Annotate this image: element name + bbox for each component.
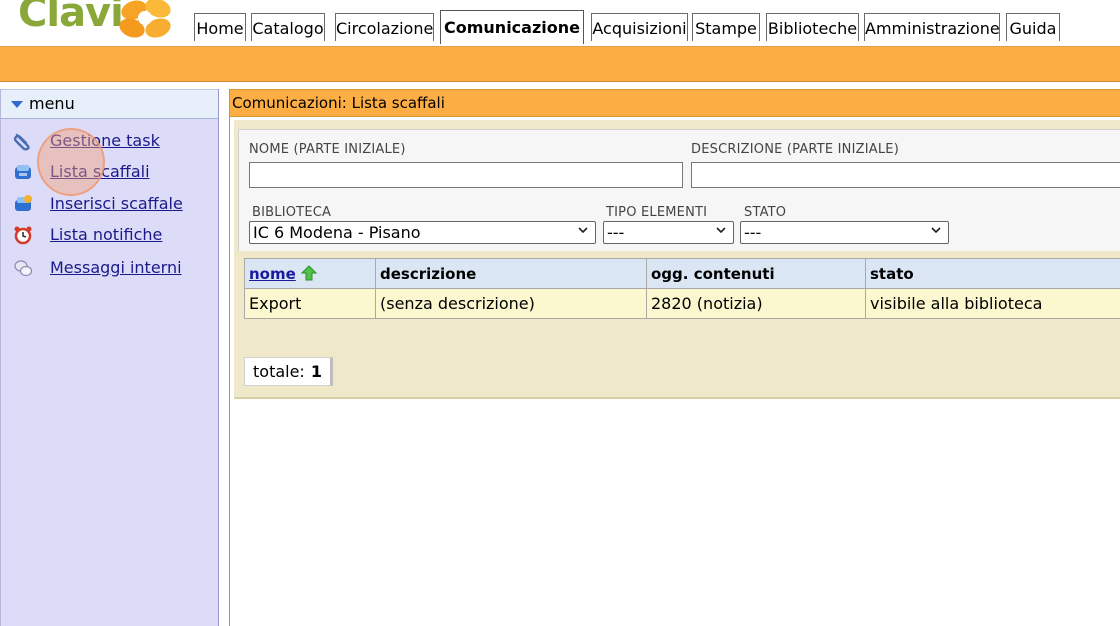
sort-link-nome[interactable]: nome xyxy=(249,265,296,283)
search-panel: NOME (PARTE INIZIALE) DESCRIZIONE (PARTE… xyxy=(234,120,1120,399)
tab-acquisizioni[interactable]: Acquisizioni xyxy=(591,13,688,41)
header-accent-bar xyxy=(0,46,1120,82)
sidebar-item-label[interactable]: Messaggi interni xyxy=(50,256,182,280)
shelves-table: nome descrizione ogg. contenuti stato Ex… xyxy=(244,258,1120,319)
column-header-ogg-contenuti: ogg. contenuti xyxy=(646,258,866,289)
chevron-down-icon xyxy=(716,227,726,234)
column-header-nome[interactable]: nome xyxy=(244,258,376,289)
sidebar-menu-title: menu xyxy=(29,94,75,113)
total-count: totale: 1 xyxy=(244,357,333,386)
chevron-down-icon xyxy=(931,227,941,234)
tab-home[interactable]: Home xyxy=(194,13,246,41)
tab-guida[interactable]: Guida xyxy=(1006,13,1060,41)
element-type-select-value: --- xyxy=(607,223,625,242)
cell-nome[interactable]: Export xyxy=(244,288,376,319)
column-header-descrizione: descrizione xyxy=(375,258,647,289)
table-row[interactable]: Export (senza descrizione) 2820 (notizia… xyxy=(244,288,1120,319)
triangle-down-icon xyxy=(11,101,23,108)
messages-icon xyxy=(14,260,33,277)
total-label: totale: xyxy=(253,362,305,381)
top-header: Clavis Home Catalogo Circolazione Comuni… xyxy=(0,0,1120,46)
add-shelf-icon xyxy=(15,195,32,211)
library-select-value: IC 6 Modena - Pisano xyxy=(253,223,421,242)
page-title: Comunicazioni: Lista scaffali xyxy=(230,89,1120,117)
name-input[interactable] xyxy=(249,162,683,188)
clavis-logo[interactable]: Clavis xyxy=(18,0,171,44)
logo-flower-icon xyxy=(119,0,171,38)
sort-ascending-icon xyxy=(300,264,318,280)
cell-ogg-contenuti: 2820 (notizia) xyxy=(646,288,866,319)
sidebar: menu Gestione task Lista scaffali Inseri… xyxy=(0,89,219,626)
tab-stampe[interactable]: Stampe xyxy=(692,13,760,41)
library-select[interactable]: IC 6 Modena - Pisano xyxy=(249,221,596,244)
sidebar-item-lista-notifiche[interactable]: Lista notifiche xyxy=(13,223,213,249)
description-input[interactable] xyxy=(691,162,1120,188)
tab-amministrazione[interactable]: Amministrazione xyxy=(864,13,1000,41)
filter-form: NOME (PARTE INIZIALE) DESCRIZIONE (PARTE… xyxy=(238,129,1120,251)
tab-comunicazione[interactable]: Comunicazione xyxy=(440,10,584,44)
tab-circolazione[interactable]: Circolazione xyxy=(335,13,434,41)
total-value: 1 xyxy=(310,362,322,381)
name-label: NOME (PARTE INIZIALE) xyxy=(249,142,406,157)
status-select[interactable]: --- xyxy=(740,221,949,244)
sidebar-item-inserisci-scaffale[interactable]: Inserisci scaffale xyxy=(13,192,213,218)
main-content: Comunicazioni: Lista scaffali NOME (PART… xyxy=(229,89,1120,626)
tab-biblioteche[interactable]: Biblioteche xyxy=(766,13,859,41)
paperclip-icon xyxy=(13,133,30,151)
sidebar-menu-header[interactable]: menu xyxy=(1,89,218,119)
tab-catalogo[interactable]: Catalogo xyxy=(251,13,325,41)
sidebar-item-messaggi-interni[interactable]: Messaggi interni xyxy=(13,256,213,282)
library-label: BIBLIOTECA xyxy=(252,205,332,220)
element-type-select[interactable]: --- xyxy=(603,221,734,244)
status-select-value: --- xyxy=(744,223,762,242)
column-header-stato: stato xyxy=(865,258,1120,289)
chevron-down-icon xyxy=(578,227,588,234)
shelf-icon xyxy=(15,165,31,179)
click-indicator xyxy=(37,128,105,196)
element-type-label: TIPO ELEMENTI xyxy=(606,205,708,220)
table-header-row: nome descrizione ogg. contenuti stato xyxy=(244,258,1120,289)
cell-descrizione: (senza descrizione) xyxy=(375,288,647,319)
alarm-clock-icon xyxy=(14,226,32,245)
description-label: DESCRIZIONE (PARTE INIZIALE) xyxy=(691,142,899,157)
status-label: STATO xyxy=(744,205,787,220)
cell-stato: visibile alla biblioteca xyxy=(865,288,1120,319)
sidebar-item-label[interactable]: Lista notifiche xyxy=(50,223,162,247)
